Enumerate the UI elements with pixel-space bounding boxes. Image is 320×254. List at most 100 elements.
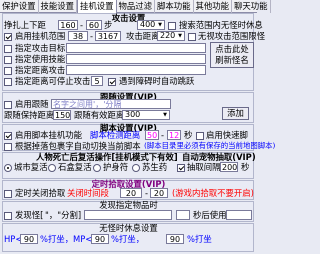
timer-max-input[interactable]: 20: [150, 188, 168, 198]
mp-label: MP<: [73, 234, 93, 244]
tab-skills[interactable]: 技能设置: [39, 0, 77, 13]
tab-protection[interactable]: 保护设置: [0, 0, 39, 13]
chk-specify-direction[interactable]: [4, 66, 12, 75]
chk-stop[interactable]: [4, 77, 12, 86]
load-label: 根据掉落包裹字自动切换当前脚本: [15, 141, 141, 151]
rest-title: 无怪时休息设置: [99, 223, 158, 233]
specify-monster-label: 指定攻击目标: [15, 43, 66, 53]
tab-other[interactable]: 其他功能: [194, 0, 232, 13]
tab-item-filter[interactable]: 物品过滤: [117, 0, 155, 13]
hp2-unit: %打坐: [187, 234, 212, 244]
radio-revive-potion[interactable]: [132, 163, 140, 172]
chk-follow[interactable]: [4, 100, 12, 109]
script-hint: 脚本检测距离: [90, 130, 141, 140]
chk-zone[interactable]: [4, 32, 12, 41]
follow-dist-input[interactable]: 150: [53, 110, 71, 120]
follow-name-input[interactable]: 名字之间用'，'分隔: [51, 99, 171, 109]
pickup-suffix: 秒后使用: [193, 210, 227, 220]
script-unit: 秒: [184, 130, 193, 140]
tab-auto[interactable]: 挂机设置: [77, 0, 117, 13]
chevron-down-icon: ▼: [158, 21, 162, 28]
zone-x-input[interactable]: 38: [68, 31, 88, 41]
monster-range-select[interactable]: 400 ▼: [137, 20, 165, 30]
chk-script[interactable]: [4, 131, 12, 140]
zone-y-input[interactable]: 3167: [95, 31, 121, 41]
follow-dist-label: 跟随保持距离: [4, 110, 55, 120]
chk-specify-monster[interactable]: [4, 44, 12, 53]
opt-city-revive: 城市复活: [14, 162, 48, 172]
load-hint: (脚本目录里必须有保存的当前地图脚本): [144, 141, 276, 150]
random-sep: -: [80, 20, 84, 30]
timer-enable-label: 定时关闭拾取: [15, 188, 66, 198]
zone-sep: -: [90, 31, 94, 41]
zone-label: 启用挂机范围: [15, 31, 66, 41]
follow-attack-select[interactable]: 300 ▼: [122, 110, 170, 120]
no-attack-label: 无视攻击范围限怪: [198, 31, 265, 41]
chk-fast[interactable]: [196, 131, 204, 140]
timer-unit-label: 关闭时间段: [67, 188, 109, 198]
chk-timer[interactable]: [4, 189, 12, 198]
follow-enable-label: 启用跟随: [15, 99, 49, 109]
random-label: 挣扎上下距: [4, 20, 46, 30]
opt-amulet: 护身符: [103, 162, 129, 172]
chevron-down-icon: ▼: [163, 111, 167, 118]
script-range-a-input[interactable]: 50: [145, 130, 159, 140]
timer-sep: -: [145, 188, 149, 198]
specify-monster-input[interactable]: [66, 43, 206, 53]
opt-pet-interval: 抽取间隔: [187, 162, 221, 172]
chk-rest[interactable]: [168, 21, 176, 30]
random-min-input[interactable]: 160: [58, 20, 78, 30]
hp-input[interactable]: 90: [20, 234, 38, 244]
follow-attack-label: 跟随有效距离: [74, 110, 125, 120]
chk-pickup[interactable]: [4, 211, 12, 220]
script-sep: -: [161, 130, 165, 140]
specify-skill-input[interactable]: [66, 54, 206, 64]
specify-direction-input[interactable]: [66, 65, 206, 75]
pet-title: 自动宠物抽取(VIP): [182, 152, 256, 162]
attack-dist-label: 攻击距离: [126, 31, 160, 41]
radio-city-revive[interactable]: [4, 163, 12, 172]
opt-revive-potion: 苏生药: [142, 162, 168, 172]
timer-value-input[interactable]: 20: [120, 188, 142, 198]
monster-range-label: 搜索范围内无怪时休息: [179, 20, 263, 30]
chk-specify-skill[interactable]: [4, 55, 12, 64]
chk-load[interactable]: [4, 142, 12, 151]
stop-label: 指定距离可停止攻击: [15, 76, 91, 86]
radio-stone-revive[interactable]: [48, 163, 56, 172]
pickup-seconds-input[interactable]: [176, 210, 190, 220]
mp-input[interactable]: 90: [91, 234, 109, 244]
jump-label: 遇到障碍时自动跳跃: [119, 76, 195, 86]
chk-pet-interval[interactable]: [177, 163, 185, 172]
specify-skill-label: 指定使用技能: [15, 54, 66, 64]
random-max-input[interactable]: 60: [86, 20, 102, 30]
refresh-monster-button[interactable]: 点击此处 刷新怪名: [210, 42, 254, 68]
hp-unit: %打坐，: [40, 234, 74, 244]
pickup-hint: "，"分割]: [45, 210, 82, 220]
radio-amulet[interactable]: [93, 163, 101, 172]
pickup-input[interactable]: [84, 210, 172, 220]
fast-label: 启用快速脚: [206, 130, 248, 140]
chevron-down-icon: ▼: [178, 32, 182, 39]
script-range-b-input[interactable]: 12: [167, 130, 181, 140]
revive-title: 人物死亡后复活操作[挂机模式下有效]: [36, 152, 178, 162]
opt-stone-revive: 石盒复活: [58, 162, 92, 172]
pet-interval-unit: 秒: [241, 162, 250, 172]
tab-bar: 保护设置 技能设置 挂机设置 物品过滤 脚本功能 其他功能 聊天功能: [0, 0, 271, 13]
specify-direction-label: 指定距离攻击: [15, 65, 66, 75]
pickup-enable-label: 发现怪[: [15, 210, 44, 220]
tab-chat[interactable]: 聊天功能: [232, 0, 271, 13]
timer-hint: (游戏内拾取不要开启): [172, 188, 254, 198]
stop-input[interactable]: 5: [91, 76, 103, 86]
chk-no-attack[interactable]: [188, 32, 196, 41]
mp-unit: %打坐，: [111, 234, 145, 244]
script-enable-label: 启用脚本挂机功能: [15, 130, 82, 140]
pickup-item-input[interactable]: [226, 210, 252, 220]
follow-add-button[interactable]: 添加: [222, 107, 249, 120]
pickup-title: 发现指定物品时: [99, 200, 158, 210]
pet-interval-input[interactable]: 200: [220, 162, 238, 172]
random-unit: 步: [104, 20, 113, 30]
attack-dist-select[interactable]: 220 ▼: [157, 31, 185, 41]
tab-script[interactable]: 脚本功能: [155, 0, 194, 13]
hp2-input[interactable]: 90: [166, 234, 184, 244]
chk-jump[interactable]: [108, 77, 116, 86]
